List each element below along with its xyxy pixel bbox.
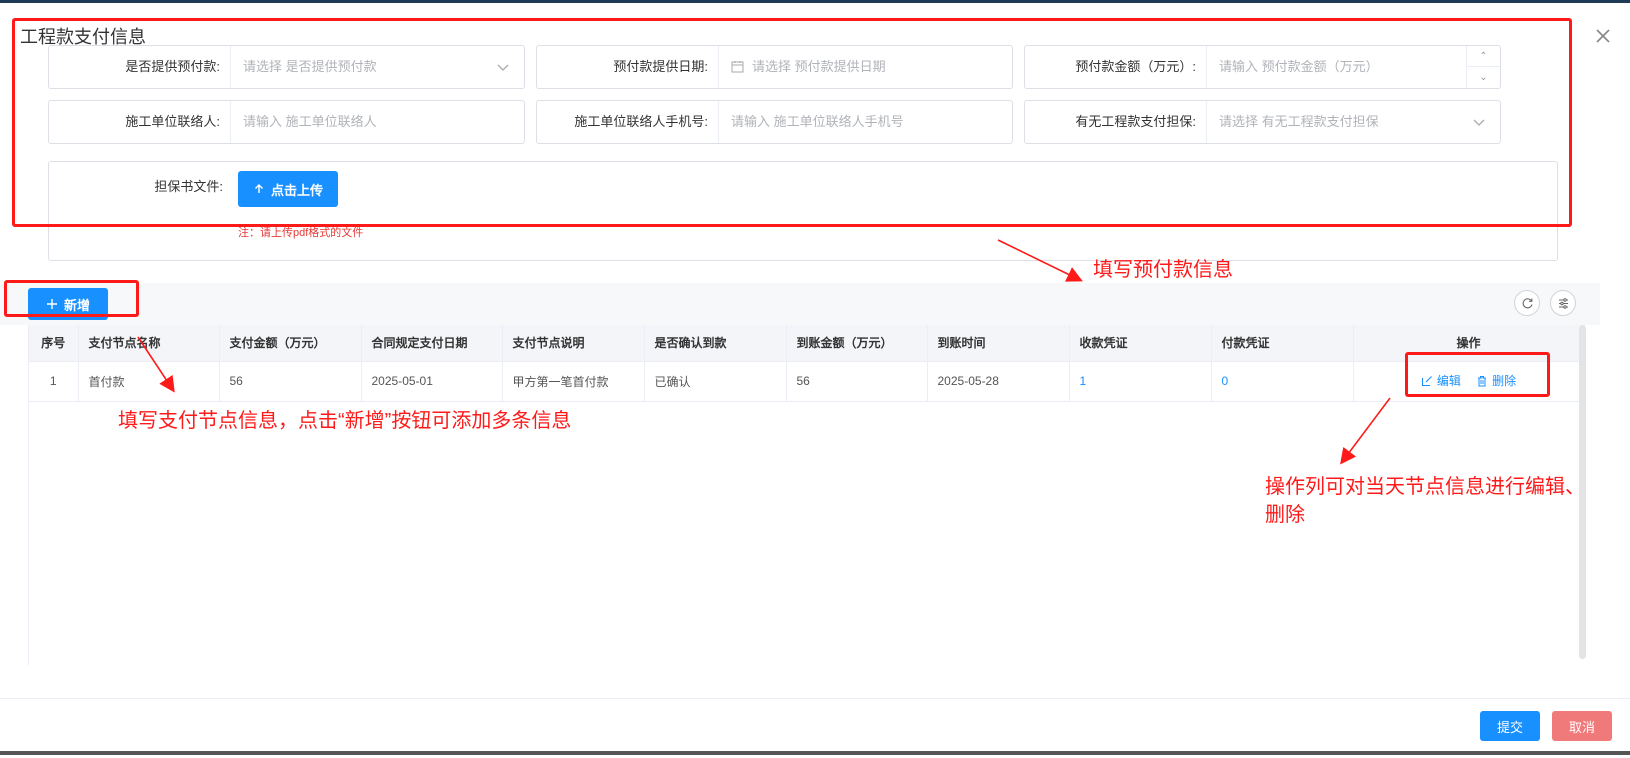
- upload-note: 注：请上传pdf格式的文件: [238, 227, 364, 239]
- annotation-prepay: 填写预付款信息: [1093, 259, 1233, 281]
- field-label: 担保书文件:: [154, 179, 223, 194]
- form-row-1: 是否提供预付款: 请选择 是否提供预付款 预付款提供日期: 请选择 预付款提供日…: [48, 45, 1558, 89]
- delete-label: 删除: [1492, 374, 1517, 389]
- trash-icon: [1478, 375, 1487, 387]
- cell-received-amount: 56: [786, 361, 928, 402]
- col-header-received-amount: 到账金额（万元）: [786, 325, 928, 362]
- cell-description: 甲方第一笔首付款: [502, 361, 645, 402]
- field-label: 施工单位联络人:: [49, 101, 231, 143]
- col-header-contract-date: 合同规定支付日期: [361, 325, 503, 362]
- prepayment-provided-select[interactable]: 请选择 是否提供预付款: [231, 46, 524, 88]
- chevron-down-icon: [1473, 119, 1485, 126]
- edit-button[interactable]: 编辑: [1421, 372, 1461, 389]
- prepayment-amount-input[interactable]: 请输入 预付款金额（万元）: [1207, 46, 1500, 88]
- select-placeholder: 请选择 是否提供预付款: [243, 59, 377, 74]
- col-header-confirmed: 是否确认到款: [644, 325, 787, 362]
- field-label: 是否提供预付款:: [49, 46, 231, 88]
- refresh-icon[interactable]: [1514, 290, 1540, 316]
- select-placeholder: 请选择 有无工程款支付担保: [1219, 114, 1379, 129]
- table-toolbar: 新增: [0, 283, 1600, 325]
- col-header-description: 支付节点说明: [502, 325, 645, 362]
- contractor-contact-field: 施工单位联络人: 请输入 施工单位联络人: [48, 100, 525, 144]
- table-row: 1 首付款 56 2025-05-01 甲方第一笔首付款 已确认 56 2025…: [29, 361, 1585, 402]
- col-header-node-name: 支付节点名称: [78, 325, 220, 362]
- cancel-button[interactable]: 取消: [1552, 711, 1612, 741]
- chevron-down-icon: [497, 64, 509, 71]
- plus-icon: [46, 299, 57, 309]
- payment-guarantee-select[interactable]: 请选择 有无工程款支付担保: [1207, 101, 1500, 143]
- upload-button-label: 点击上传: [270, 182, 323, 198]
- field-label: 预付款提供日期:: [537, 46, 719, 88]
- column-settings-icon[interactable]: [1550, 290, 1576, 316]
- col-header-actions: 操作: [1353, 325, 1585, 362]
- input-placeholder: 请输入 施工单位联络人: [243, 114, 377, 129]
- table-header-row: 序号 支付节点名称 支付金额（万元） 合同规定支付日期 支付节点说明 是否确认到…: [29, 325, 1585, 362]
- prepayment-date-picker[interactable]: 请选择 预付款提供日期: [719, 46, 1012, 88]
- receipt-voucher-link[interactable]: 1: [1069, 361, 1212, 402]
- annotation-ops-line2: 删除: [1265, 504, 1305, 526]
- add-button-label: 新增: [63, 297, 90, 313]
- payment-guarantee-field: 有无工程款支付担保: 请选择 有无工程款支付担保: [1024, 100, 1501, 144]
- contractor-contact-input[interactable]: 请输入 施工单位联络人: [231, 101, 524, 143]
- delete-button[interactable]: 删除: [1476, 372, 1516, 389]
- prepayment-amount-field: 预付款金额（万元）: 请输入 预付款金额（万元） ⌃ ⌄: [1024, 45, 1501, 89]
- payment-info-dialog: 工程款支付信息 是否提供预付款: 请选择 是否提供预付款 预付款提供日期: 请选…: [0, 3, 1630, 755]
- cell-index: 1: [29, 361, 79, 402]
- cell-received-time: 2025-05-28: [927, 361, 1070, 402]
- stepper-down-icon[interactable]: ⌄: [1467, 67, 1500, 88]
- cell-confirmed: 已确认: [644, 361, 787, 402]
- field-label: 有无工程款支付担保:: [1025, 101, 1207, 143]
- field-label: 预付款金额（万元）:: [1025, 46, 1207, 88]
- close-icon[interactable]: [1592, 25, 1614, 47]
- col-header-index: 序号: [29, 325, 79, 362]
- col-header-amount: 支付金额（万元）: [219, 325, 362, 362]
- calendar-icon: [731, 61, 744, 73]
- edit-icon: [1421, 375, 1432, 386]
- prepayment-provided-field: 是否提供预付款: 请选择 是否提供预付款: [48, 45, 525, 89]
- contractor-phone-field: 施工单位联络人手机号: 请输入 施工单位联络人手机号: [536, 100, 1013, 144]
- col-header-received-time: 到账时间: [927, 325, 1070, 362]
- cell-node-name: 首付款: [78, 361, 220, 402]
- submit-button[interactable]: 提交: [1480, 711, 1540, 741]
- upload-icon: [254, 184, 263, 193]
- col-header-receipt-voucher: 收款凭证: [1069, 325, 1212, 362]
- guarantee-file-field: 担保书文件: 点击上传 注：请上传pdf格式的文件: [48, 161, 1558, 261]
- amount-stepper[interactable]: ⌃ ⌄: [1466, 46, 1500, 88]
- bottom-strip: [0, 751, 1630, 755]
- cell-amount: 56: [219, 361, 362, 402]
- payment-voucher-link[interactable]: 0: [1211, 361, 1354, 402]
- dialog-footer: 提交 取消: [0, 698, 1630, 758]
- stepper-up-icon[interactable]: ⌃: [1467, 46, 1500, 67]
- annotation-nodes: 填写支付节点信息，点击“新增”按钮可添加多条信息: [118, 410, 572, 432]
- upload-button[interactable]: 点击上传: [238, 171, 338, 207]
- date-placeholder: 请选择 预付款提供日期: [752, 59, 886, 74]
- col-header-payment-voucher: 付款凭证: [1211, 325, 1354, 362]
- field-label: 施工单位联络人手机号:: [537, 101, 719, 143]
- form-row-2: 施工单位联络人: 请输入 施工单位联络人 施工单位联络人手机号: 请输入 施工单…: [48, 100, 1558, 144]
- input-placeholder: 请输入 施工单位联络人手机号: [731, 114, 904, 129]
- add-button[interactable]: 新增: [28, 288, 108, 320]
- prepayment-date-field: 预付款提供日期: 请选择 预付款提供日期: [536, 45, 1013, 89]
- input-placeholder: 请输入 预付款金额（万元）: [1219, 59, 1379, 74]
- contractor-phone-input[interactable]: 请输入 施工单位联络人手机号: [719, 101, 1012, 143]
- edit-label: 编辑: [1436, 374, 1461, 389]
- cell-actions: 编辑 删除: [1353, 361, 1585, 402]
- cell-contract-date: 2025-05-01: [361, 361, 503, 402]
- annotation-ops-line1: 操作列可对当天节点信息进行编辑、: [1265, 476, 1585, 498]
